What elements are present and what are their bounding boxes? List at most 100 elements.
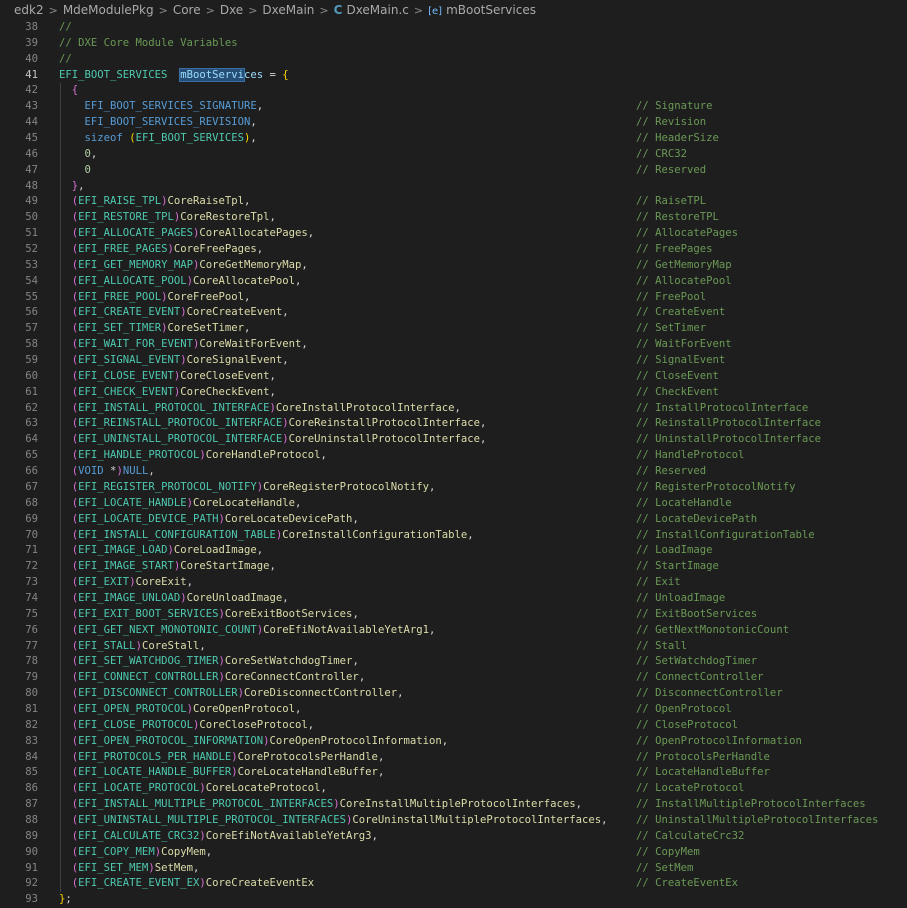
code-line[interactable]: 71 (EFI_IMAGE_LOAD)CoreLoadImage, // Load… [0, 543, 907, 559]
code-editor[interactable]: 38 // 39 // DXE Core Module Variables 40 // 41… [0, 20, 907, 908]
code-text: (EFI_LOCATE_PROTOCOL)CoreLocateProtocol, [59, 781, 327, 797]
code-token: // [59, 52, 72, 65]
code-line[interactable]: 82 (EFI_CLOSE_PROTOCOL)CoreCloseProtocol… [0, 718, 907, 734]
code-line[interactable]: 70 (EFI_INSTALL_CONFIGURATION_TABLE)Core… [0, 528, 907, 544]
code-line[interactable]: 84 (EFI_PROTOCOLS_PER_HANDLE)CoreProtoco… [0, 750, 907, 766]
code-line[interactable]: 53 (EFI_GET_MEMORY_MAP)CoreGetMemoryMap,… [0, 258, 907, 274]
code-line[interactable]: 41 EFI_BOOT_SERVICES mBootServices = { [0, 67, 907, 84]
code-line[interactable]: 83 (EFI_OPEN_PROTOCOL_INFORMATION)CoreOp… [0, 734, 907, 750]
code-line[interactable]: 47 0 // Reserved [0, 163, 907, 179]
code-line[interactable]: 59 (EFI_SIGNAL_EVENT)CoreSignalEvent, // … [0, 353, 907, 369]
line-number: 71 [25, 544, 38, 557]
line-number: 92 [25, 877, 38, 890]
code-text: (EFI_REGISTER_PROTOCOL_NOTIFY)CoreRegist… [59, 480, 436, 496]
breadcrumb-mdemodulepkg[interactable]: MdeModulePkg [63, 3, 154, 17]
code-line[interactable]: 68 (EFI_LOCATE_HANDLE)CoreLocateHandle, /… [0, 496, 907, 512]
code-token: CoreOpenProtocol [192, 702, 296, 715]
line-comment: // LoadImage [636, 544, 713, 557]
code-text: (EFI_ALLOCATE_POOL)CoreAllocatePool, [59, 274, 302, 290]
code-line[interactable]: 86 (EFI_LOCATE_PROTOCOL)CoreLocateProtoc… [0, 781, 907, 797]
breadcrumb-dxe[interactable]: Dxe [220, 3, 243, 17]
code-line[interactable]: 42 { [0, 83, 907, 99]
code-text: // DXE Core Module Variables [59, 36, 238, 52]
code-line[interactable]: 85 (EFI_LOCATE_HANDLE_BUFFER)CoreLocateH… [0, 765, 907, 781]
code-line[interactable]: 88 (EFI_UNINSTALL_MULTIPLE_PROTOCOL_INTE… [0, 813, 907, 829]
code-line[interactable]: 80 (EFI_DISCONNECT_CONTROLLER)CoreDiscon… [0, 686, 907, 702]
code-line[interactable]: 38 // [0, 20, 907, 36]
breadcrumb-edk2[interactable]: edk2 [14, 3, 44, 17]
code-token: EFI_LOCATE_DEVICE_PATH [78, 512, 219, 525]
code-line[interactable]: 89 (EFI_CALCULATE_CRC32)CoreEfiNotAvaila… [0, 829, 907, 845]
code-token: EFI_ALLOCATE_PAGES [78, 227, 193, 240]
code-text: (VOID *)NULL, [59, 464, 155, 480]
code-line[interactable]: 58 (EFI_WAIT_FOR_EVENT)CoreWaitForEvent,… [0, 337, 907, 353]
line-comment: // OpenProtocolInformation [636, 734, 802, 747]
code-line[interactable]: 50 (EFI_RESTORE_TPL)CoreRestoreTpl, // Re… [0, 210, 907, 226]
code-text: (EFI_SET_TIMER)CoreSetTimer, [59, 321, 251, 337]
code-line[interactable]: 49 (EFI_RAISE_TPL)CoreRaiseTpl, // RaiseT… [0, 194, 907, 210]
code-line[interactable]: 43 EFI_BOOT_SERVICES_SIGNATURE, // Signat… [0, 99, 907, 115]
code-line[interactable]: 63 (EFI_REINSTALL_PROTOCOL_INTERFACE)Cor… [0, 416, 907, 432]
code-line[interactable]: 73 (EFI_EXIT)CoreExit, // Exit [0, 575, 907, 591]
code-line[interactable]: 60 (EFI_CLOSE_EVENT)CoreCloseEvent, // Cl… [0, 369, 907, 385]
code-text: EFI_BOOT_SERVICES_REVISION, [59, 115, 257, 131]
code-line[interactable]: 52 (EFI_FREE_PAGES)CoreFreePages, // Free… [0, 242, 907, 258]
code-token: , [377, 750, 385, 763]
line-number: 46 [25, 147, 38, 160]
code-line[interactable]: 48 }, [0, 179, 907, 195]
code-line[interactable]: 56 (EFI_CREATE_EVENT)CoreCreateEvent, // … [0, 305, 907, 321]
breadcrumb-file[interactable]: C DxeMain.c [334, 3, 409, 17]
code-text: 0 [59, 163, 91, 179]
code-line[interactable]: 87 (EFI_INSTALL_MULTIPLE_PROTOCOL_INTERF… [0, 797, 907, 813]
code-line[interactable]: 90 (EFI_COPY_MEM)CopyMem, // CopyMem [0, 845, 907, 861]
line-number: 90 [25, 845, 38, 858]
line-number: 66 [25, 465, 38, 478]
code-line[interactable]: 69 (EFI_LOCATE_DEVICE_PATH)CoreLocateDev… [0, 512, 907, 528]
code-line[interactable]: 65 (EFI_HANDLE_PROTOCOL)CoreHandleProtoc… [0, 448, 907, 464]
code-line[interactable]: 92 (EFI_CREATE_EVENT_EX)CoreCreateEventE… [0, 876, 907, 892]
code-token: , [575, 798, 583, 811]
code-line[interactable]: 61 (EFI_CHECK_EVENT)CoreCheckEvent, // Ch… [0, 385, 907, 401]
code-line[interactable]: 54 (EFI_ALLOCATE_POOL)CoreAllocatePool, /… [0, 274, 907, 290]
line-number: 52 [25, 243, 38, 256]
line-comment: // OpenProtocol [636, 702, 732, 715]
code-token: EFI_SET_MEM [78, 861, 149, 874]
line-number: 61 [25, 385, 38, 398]
code-token: CoreConnectController [224, 671, 359, 684]
code-text: (EFI_PROTOCOLS_PER_HANDLE)CoreProtocolsP… [59, 750, 385, 766]
code-text: (EFI_OPEN_PROTOCOL)CoreOpenProtocol, [59, 702, 302, 718]
code-line[interactable]: 55 (EFI_FREE_POOL)CoreFreePool, // FreePo… [0, 290, 907, 306]
code-line[interactable]: 40 // [0, 52, 907, 68]
code-line[interactable]: 76 (EFI_GET_NEXT_MONOTONIC_COUNT)CoreEfi… [0, 623, 907, 639]
code-line[interactable]: 77 (EFI_STALL)CoreStall, // Stall [0, 639, 907, 655]
code-line[interactable]: 81 (EFI_OPEN_PROTOCOL)CoreOpenProtocol, /… [0, 702, 907, 718]
code-line[interactable]: 64 (EFI_UNINSTALL_PROTOCOL_INTERFACE)Cor… [0, 432, 907, 448]
code-text: (EFI_ALLOCATE_PAGES)CoreAllocatePages, [59, 226, 314, 242]
code-line[interactable]: 57 (EFI_SET_TIMER)CoreSetTimer, // SetTim… [0, 321, 907, 337]
code-line[interactable]: 75 (EFI_EXIT_BOOT_SERVICES)CoreExitBootS… [0, 607, 907, 623]
line-comment: // LocateProtocol [636, 782, 745, 795]
code-line[interactable]: 44 EFI_BOOT_SERVICES_REVISION, // Revisio… [0, 115, 907, 131]
code-line[interactable]: 93}; [0, 892, 907, 908]
code-line[interactable]: 78 (EFI_SET_WATCHDOG_TIMER)CoreSetWatchd… [0, 654, 907, 670]
line-comment: // FreePages [636, 243, 713, 256]
code-line[interactable]: 66 (VOID *)NULL, // Reserved [0, 464, 907, 480]
code-line[interactable]: 46 0, // CRC32 [0, 147, 907, 163]
code-line[interactable]: 79 (EFI_CONNECT_CONTROLLER)CoreConnectCo… [0, 670, 907, 686]
code-line[interactable]: 91 (EFI_SET_MEM)SetMem, // SetMem [0, 861, 907, 877]
code-token: CoreRaiseTpl [167, 195, 245, 208]
breadcrumb-dxemain[interactable]: DxeMain [262, 3, 314, 17]
code-line[interactable]: 74 (EFI_IMAGE_UNLOAD)CoreUnloadImage, // … [0, 591, 907, 607]
code-token: , [78, 179, 85, 192]
code-line[interactable]: 72 (EFI_IMAGE_START)CoreStartImage, // St… [0, 559, 907, 575]
code-line[interactable]: 39 // DXE Core Module Variables [0, 36, 907, 52]
line-comment: // RaiseTPL [636, 195, 707, 208]
breadcrumb-symbol[interactable]: [e] mBootServices [428, 3, 536, 17]
code-line[interactable]: 45 sizeof (EFI_BOOT_SERVICES), // HeaderS… [0, 131, 907, 147]
code-token: CoreLocateDevicePath [224, 512, 353, 525]
code-line[interactable]: 67 (EFI_REGISTER_PROTOCOL_NOTIFY)CoreReg… [0, 480, 907, 496]
code-line[interactable]: 62 (EFI_INSTALL_PROTOCOL_INTERFACE)CoreI… [0, 401, 907, 417]
code-line[interactable]: 51 (EFI_ALLOCATE_PAGES)CoreAllocatePages… [0, 226, 907, 242]
breadcrumb-core[interactable]: Core [173, 3, 201, 17]
